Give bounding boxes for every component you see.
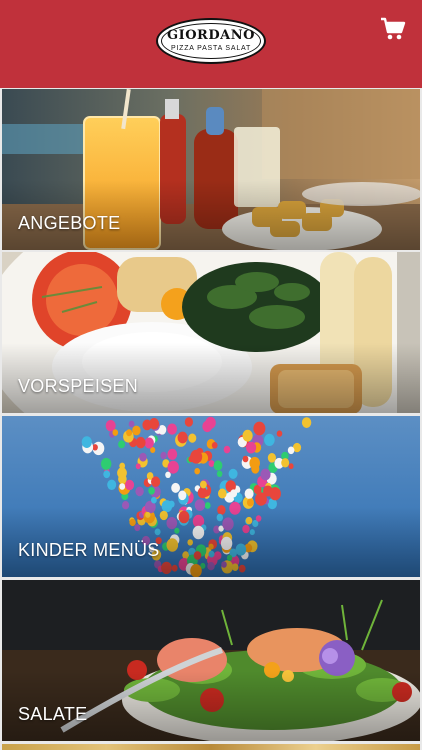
cart-icon bbox=[381, 17, 406, 40]
category-tile-vorspeisen[interactable]: VORSPEISEN bbox=[2, 252, 420, 413]
balloon bbox=[190, 449, 203, 464]
balloon bbox=[216, 470, 223, 477]
balloon bbox=[118, 440, 126, 449]
balloon bbox=[244, 488, 254, 499]
balloon bbox=[92, 444, 98, 451]
balloon bbox=[144, 437, 154, 449]
logo-tagline: PIZZA PASTA SALAT bbox=[170, 45, 252, 52]
balloon bbox=[126, 429, 133, 437]
balloon bbox=[264, 433, 275, 446]
balloon bbox=[230, 489, 238, 498]
balloon bbox=[135, 463, 141, 470]
balloon bbox=[151, 476, 161, 487]
cart-button[interactable] bbox=[380, 16, 406, 42]
balloon bbox=[103, 470, 111, 479]
balloon bbox=[188, 433, 197, 443]
balloon bbox=[148, 487, 155, 495]
balloon bbox=[128, 420, 135, 428]
balloon bbox=[135, 436, 146, 449]
balloon bbox=[125, 479, 135, 491]
balloon bbox=[167, 460, 179, 474]
category-tile-kinder-menues[interactable]: KINDER MENÜS bbox=[2, 416, 420, 577]
category-label: SALATE bbox=[18, 704, 88, 724]
balloon bbox=[288, 463, 294, 470]
balloon bbox=[165, 471, 171, 478]
balloon bbox=[253, 421, 266, 436]
category-tile-angebote[interactable]: ANGEBOTE bbox=[2, 89, 420, 250]
category-label: VORSPEISEN bbox=[18, 376, 139, 396]
balloon bbox=[101, 457, 112, 470]
balloon bbox=[135, 486, 144, 497]
balloon bbox=[228, 468, 238, 479]
balloon bbox=[149, 418, 160, 430]
balloon bbox=[218, 488, 227, 499]
balloon bbox=[184, 417, 193, 427]
balloon bbox=[107, 479, 117, 490]
balloon bbox=[200, 480, 207, 489]
balloon bbox=[242, 455, 249, 463]
balloon bbox=[246, 498, 254, 507]
balloon bbox=[160, 451, 167, 460]
balloon bbox=[119, 462, 126, 470]
balloon bbox=[208, 460, 215, 467]
balloon bbox=[197, 487, 208, 499]
category-label: KINDER MENÜS bbox=[18, 540, 160, 560]
balloon bbox=[267, 453, 276, 463]
balloon bbox=[287, 446, 295, 455]
balloon bbox=[167, 448, 178, 460]
logo-name: GIORDANO bbox=[167, 28, 255, 43]
balloon bbox=[223, 445, 231, 454]
category-tile-salate[interactable]: SALATE bbox=[2, 580, 420, 741]
balloon bbox=[205, 416, 216, 429]
app-header: GIORDANO PIZZA PASTA SALAT bbox=[0, 0, 422, 88]
balloon bbox=[281, 458, 290, 468]
balloon bbox=[249, 456, 260, 470]
balloon bbox=[213, 460, 223, 471]
balloon bbox=[167, 423, 178, 435]
balloon bbox=[171, 482, 181, 493]
giordano-logo[interactable]: GIORDANO PIZZA PASTA SALAT bbox=[156, 18, 266, 64]
balloon bbox=[276, 430, 283, 437]
balloon bbox=[246, 441, 257, 454]
next-category-peek[interactable] bbox=[2, 744, 420, 750]
balloon bbox=[112, 429, 119, 436]
balloon bbox=[132, 425, 141, 436]
balloon bbox=[260, 468, 271, 481]
balloon bbox=[139, 452, 147, 462]
balloon bbox=[194, 468, 200, 475]
balloon bbox=[81, 436, 92, 448]
balloon bbox=[301, 417, 312, 428]
balloon bbox=[151, 496, 157, 504]
balloon bbox=[242, 429, 253, 442]
category-label: ANGEBOTE bbox=[18, 213, 121, 233]
balloon bbox=[263, 485, 273, 497]
balloon bbox=[119, 483, 126, 490]
balloon bbox=[177, 431, 188, 444]
balloon bbox=[211, 442, 218, 449]
balloon bbox=[178, 490, 187, 501]
